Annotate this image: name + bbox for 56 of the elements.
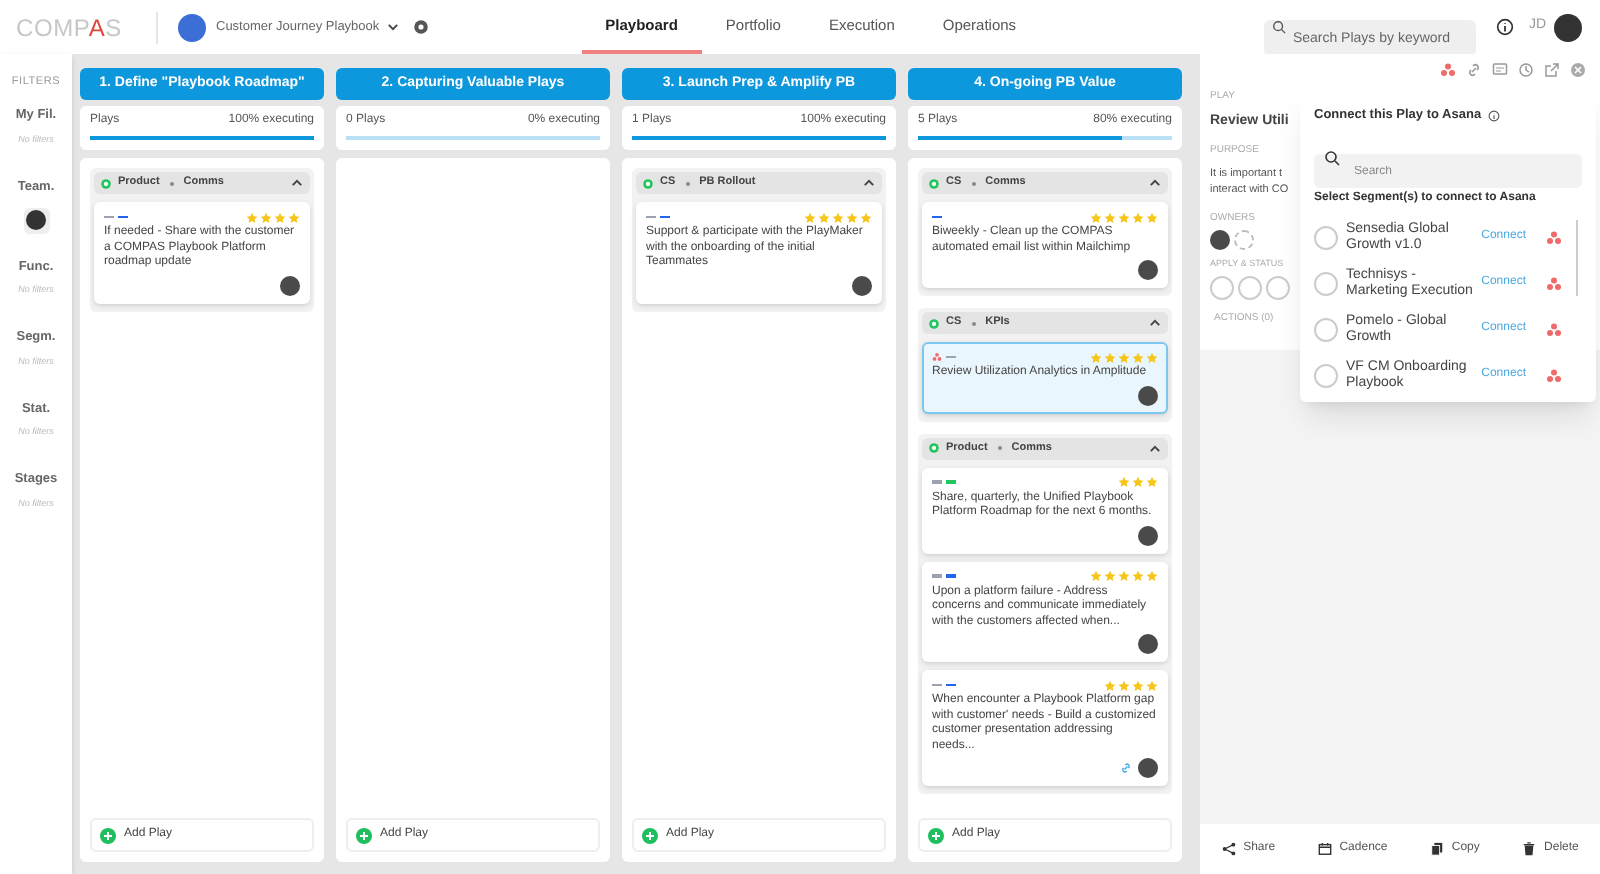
segment-logo [1314, 363, 1338, 388]
owner-avatar [1138, 634, 1158, 654]
team-avatar[interactable] [26, 210, 46, 230]
status-dot-icon [928, 317, 940, 329]
search-icon [1272, 20, 1287, 34]
chevron-up-icon[interactable] [1148, 441, 1162, 455]
trash-icon [1522, 842, 1537, 856]
link-icon[interactable] [1466, 62, 1482, 78]
calendar-icon [1317, 842, 1332, 856]
chevron-up-icon[interactable] [290, 176, 304, 190]
status-dot-icon [928, 177, 940, 189]
owner-avatar [852, 275, 872, 295]
share-icon [1221, 842, 1236, 856]
plus-icon [356, 827, 372, 843]
status-dot-icon [100, 177, 112, 189]
info-icon[interactable] [1496, 18, 1515, 36]
owner-avatar [1138, 525, 1158, 545]
settings-icon[interactable] [411, 18, 430, 36]
asana-icon[interactable] [1546, 367, 1562, 384]
add-owner-icon[interactable] [1234, 230, 1254, 250]
segment-logo [1314, 225, 1338, 250]
owner-avatar [1210, 230, 1230, 250]
plus-icon [928, 827, 944, 843]
link-icon[interactable] [1120, 762, 1132, 774]
external-link-icon[interactable] [1544, 62, 1560, 78]
owner-avatar [1138, 758, 1158, 778]
logo: COMPAS [14, 11, 120, 45]
status-dot-icon [928, 442, 940, 454]
asana-icon[interactable] [1546, 321, 1562, 338]
chevron-up-icon[interactable] [862, 176, 876, 190]
owner-avatar [1138, 385, 1158, 405]
history-icon[interactable] [1518, 62, 1534, 78]
close-icon[interactable] [1570, 62, 1586, 78]
plus-icon [642, 827, 658, 843]
owner-avatar [280, 275, 300, 295]
scrollbar [1575, 219, 1578, 296]
segment-logo [1314, 271, 1338, 296]
segment-logo [1210, 275, 1234, 300]
segment-logo [1314, 317, 1338, 342]
user-avatar[interactable] [1554, 13, 1582, 41]
copy-icon [1429, 842, 1444, 856]
segment-logo [1266, 275, 1290, 300]
comment-icon[interactable] [1492, 62, 1508, 78]
asana-icon[interactable] [1546, 229, 1562, 246]
asana-icon[interactable] [1440, 62, 1456, 78]
chevron-up-icon[interactable] [1148, 176, 1162, 190]
info-icon[interactable] [1487, 109, 1500, 122]
owner-avatar [1138, 260, 1158, 280]
search-icon [1324, 150, 1340, 167]
status-dot-icon [642, 177, 654, 189]
asana-icon[interactable] [1546, 275, 1562, 292]
plus-icon [100, 827, 116, 843]
chevron-up-icon[interactable] [1148, 316, 1162, 330]
chevron-down-icon [385, 20, 400, 34]
playbook-avatar [178, 13, 206, 41]
segment-logo [1238, 275, 1262, 300]
